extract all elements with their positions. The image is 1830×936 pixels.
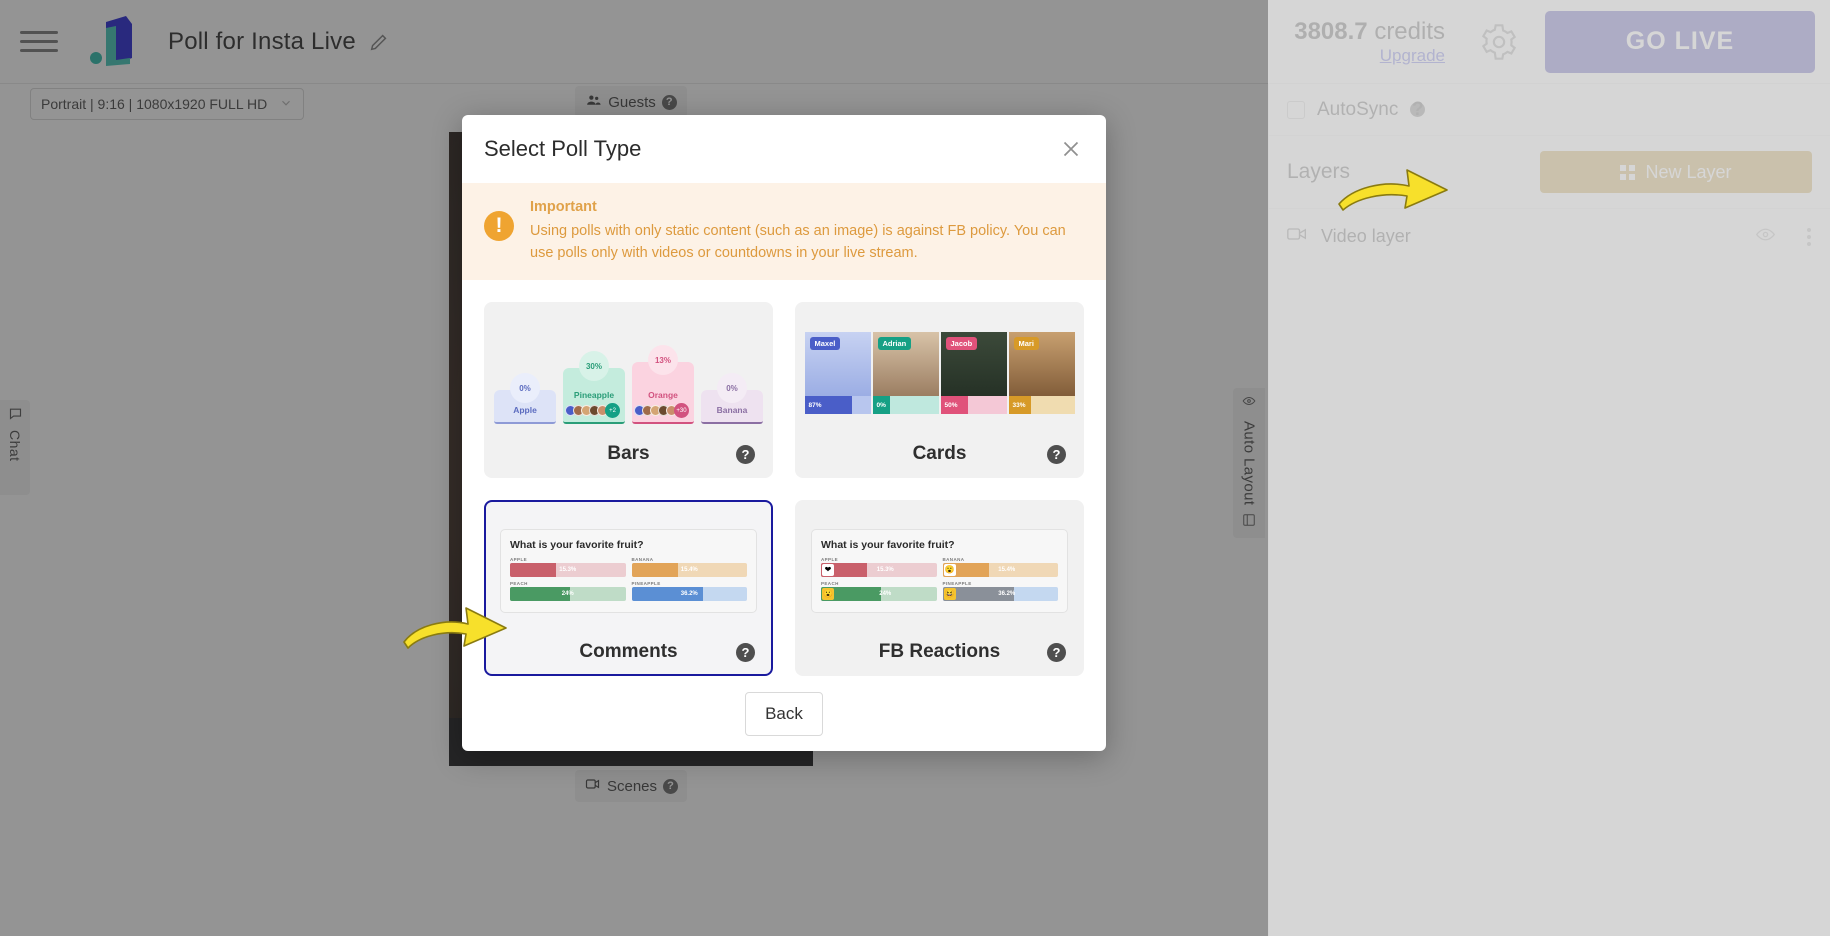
poll-type-label: FB Reactions [878, 641, 1001, 663]
reaction-emoji-icon: ❤ [822, 564, 834, 577]
poll-type-card-bars[interactable]: 0% Apple 30% Pineapple +2 13% Orange +30… [484, 302, 773, 479]
bars-preview: 0% Apple 30% Pineapple +2 13% Orange +30… [486, 304, 771, 432]
card-person-percent: 0% [872, 396, 890, 415]
poll-question: What is your favorite fruit? [821, 539, 955, 552]
question-mark-icon[interactable]: ? [1047, 444, 1066, 464]
poll-option-label: APPLE [510, 557, 528, 563]
question-mark-icon[interactable]: ? [736, 444, 755, 464]
poll-option-value: 36.2% [998, 591, 1016, 598]
bars-option-avatars: +30 [634, 403, 689, 419]
poll-option-row: BANANA 15.4% [631, 557, 747, 578]
poll-option-value: 15.3% [559, 567, 577, 574]
reaction-emoji-icon: 😮 [943, 564, 956, 577]
poll-option-row: BANANA 😮 15.4% [942, 557, 1058, 578]
card-person-percent: 50% [940, 396, 969, 415]
reaction-emoji-icon: 😮 [822, 588, 834, 601]
poll-option-label: PINEAPPLE [942, 581, 972, 587]
bars-option-percent: 0% [510, 373, 540, 404]
poll-type-grid: 0% Apple 30% Pineapple +2 13% Orange +30… [462, 280, 1106, 677]
cards-preview-person: Maxel 87% [804, 332, 871, 415]
poll-option-label: PINEAPPLE [631, 581, 661, 587]
card-person-name: Maxel [809, 337, 841, 351]
poll-option-row: APPLE ❤ 15.3% [821, 557, 937, 578]
modal-footer: Back [462, 676, 1106, 751]
right-panel-dim-overlay [1268, 0, 1830, 936]
card-person-name: Jacob [945, 337, 978, 351]
poll-type-label: Cards [912, 443, 967, 465]
comments-poll-board: What is your favorite fruit? APPLE 15.3%… [500, 529, 757, 614]
exclamation-icon: ! [484, 211, 514, 241]
bars-option-name: Orange [648, 390, 678, 401]
bars-option-name: Apple [513, 405, 537, 416]
modal-title: Select Poll Type [484, 136, 642, 161]
bars-option-name: Banana [716, 405, 748, 416]
poll-option-row: PINEAPPLE 😆 36.2% [942, 581, 1058, 602]
bars-card-footer: Bars ? [486, 432, 771, 476]
alert-title: Important [530, 199, 597, 215]
fb-reactions-card-footer: FB Reactions ? [797, 630, 1082, 674]
fb-reactions-preview: What is your favorite fruit? APPLE ❤ 15.… [797, 502, 1082, 630]
poll-question: What is your favorite fruit? [510, 539, 644, 552]
back-button[interactable]: Back [745, 691, 823, 736]
card-person-bar: 87% [804, 396, 871, 415]
card-person-bar: 0% [872, 396, 939, 415]
fb-poll-board: What is your favorite fruit? APPLE ❤ 15.… [811, 529, 1068, 614]
important-alert: ! Important Using polls with only static… [462, 183, 1106, 281]
cards-preview-person: Jacob 50% [940, 332, 1007, 415]
poll-option-label: APPLE [821, 557, 839, 563]
bars-option-avatars: +2 [565, 403, 620, 419]
cards-preview: Maxel 87% Adrian 0% Jacob 50% Mari 33% [797, 304, 1082, 432]
comments-preview: What is your favorite fruit? APPLE 15.3%… [486, 502, 771, 630]
card-person-name: Mari [1013, 337, 1039, 351]
card-person-bar: 33% [1008, 396, 1075, 415]
close-icon[interactable] [1058, 136, 1084, 162]
bars-avatar-more: +2 [605, 403, 620, 419]
poll-option-label: BANANA [631, 557, 654, 563]
poll-option-value: 15.3% [876, 567, 894, 574]
poll-option-row: PEACH 24% [510, 581, 626, 602]
modal-header: Select Poll Type [462, 115, 1106, 183]
poll-option-value: 15.4% [680, 567, 698, 574]
reaction-emoji-icon: 😆 [943, 588, 956, 601]
poll-option-row: PEACH 😮 24% [821, 581, 937, 602]
poll-option-row: APPLE 15.3% [510, 557, 626, 578]
poll-option-label: PEACH [510, 581, 528, 587]
poll-type-card-cards[interactable]: Maxel 87% Adrian 0% Jacob 50% Mari 33% C… [795, 302, 1084, 479]
alert-body: Using polls with only static content (su… [530, 222, 1066, 261]
poll-option-value: 24% [879, 591, 892, 598]
card-person-name: Adrian [877, 337, 912, 351]
poll-type-card-comments[interactable]: What is your favorite fruit? APPLE 15.3%… [484, 500, 773, 677]
poll-option-label: BANANA [942, 557, 965, 563]
poll-option-label: PEACH [821, 581, 839, 587]
poll-option-value: 36.2% [680, 591, 698, 598]
bars-option-name: Pineapple [573, 390, 615, 401]
bars-preview-option: 13% Orange +30 [632, 345, 694, 425]
bars-option-percent: 13% [648, 345, 678, 376]
alert-text-block: Important Using polls with only static c… [530, 197, 1084, 264]
cards-preview-person: Adrian 0% [872, 332, 939, 415]
cards-card-footer: Cards ? [797, 432, 1082, 476]
question-mark-icon[interactable]: ? [1047, 642, 1066, 662]
card-person-percent: 33% [1008, 396, 1031, 415]
bars-option-percent: 30% [579, 351, 609, 382]
bars-preview-option: 0% Banana [701, 373, 763, 425]
comments-card-footer: Comments ? [486, 630, 771, 674]
poll-type-label: Bars [607, 443, 650, 465]
poll-option-value: 24% [561, 591, 574, 598]
bars-preview-option: 0% Apple [494, 373, 556, 425]
poll-option-row: PINEAPPLE 36.2% [631, 581, 747, 602]
cards-preview-person: Mari 33% [1008, 332, 1075, 415]
poll-type-card-fb-reactions[interactable]: What is your favorite fruit? APPLE ❤ 15.… [795, 500, 1084, 677]
card-person-bar: 50% [940, 396, 1007, 415]
bars-preview-option: 30% Pineapple +2 [563, 351, 625, 425]
bars-avatar-more: +30 [674, 403, 689, 419]
question-mark-icon[interactable]: ? [736, 642, 755, 662]
bars-option-percent: 0% [717, 373, 747, 404]
select-poll-type-modal: Select Poll Type ! Important Using polls… [462, 115, 1106, 751]
poll-type-label: Comments [579, 641, 678, 663]
poll-option-value: 15.4% [998, 567, 1016, 574]
card-person-percent: 87% [804, 396, 853, 415]
